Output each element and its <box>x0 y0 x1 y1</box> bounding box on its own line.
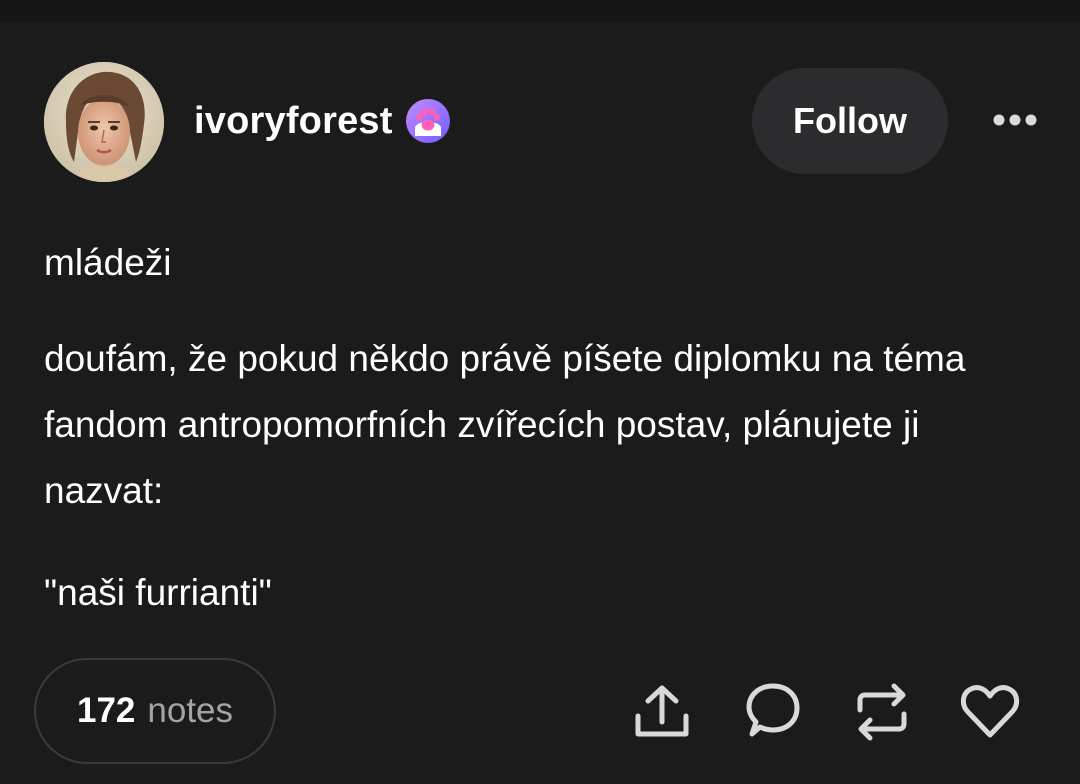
avatar-portrait <box>44 62 164 182</box>
notes-button[interactable]: 172 notes <box>34 658 276 764</box>
avatar[interactable] <box>44 62 164 182</box>
username[interactable]: ivoryforest <box>194 100 393 143</box>
post-paragraph: doufám, že pokud někdo právě píšete dipl… <box>44 338 966 511</box>
post-card: ivoryforest Follow mládeži doufám, že po… <box>0 22 1080 784</box>
reblog-icon[interactable] <box>850 680 914 744</box>
post-header: ivoryforest Follow <box>44 62 1044 182</box>
notes-label: notes <box>147 691 234 730</box>
post-paragraph: "naši furrianti" <box>44 572 272 613</box>
share-icon[interactable] <box>630 680 694 744</box>
username-row: ivoryforest <box>194 98 451 144</box>
follow-button[interactable]: Follow <box>752 68 948 174</box>
post-paragraph: mládeži <box>44 242 172 283</box>
notes-count: 172 <box>76 691 136 730</box>
reply-bubble-icon[interactable] <box>740 680 804 744</box>
top-strip <box>0 0 1080 22</box>
more-dots-icon[interactable] <box>990 104 1040 136</box>
heart-icon[interactable] <box>958 680 1022 744</box>
paw-badge-icon <box>405 98 451 144</box>
